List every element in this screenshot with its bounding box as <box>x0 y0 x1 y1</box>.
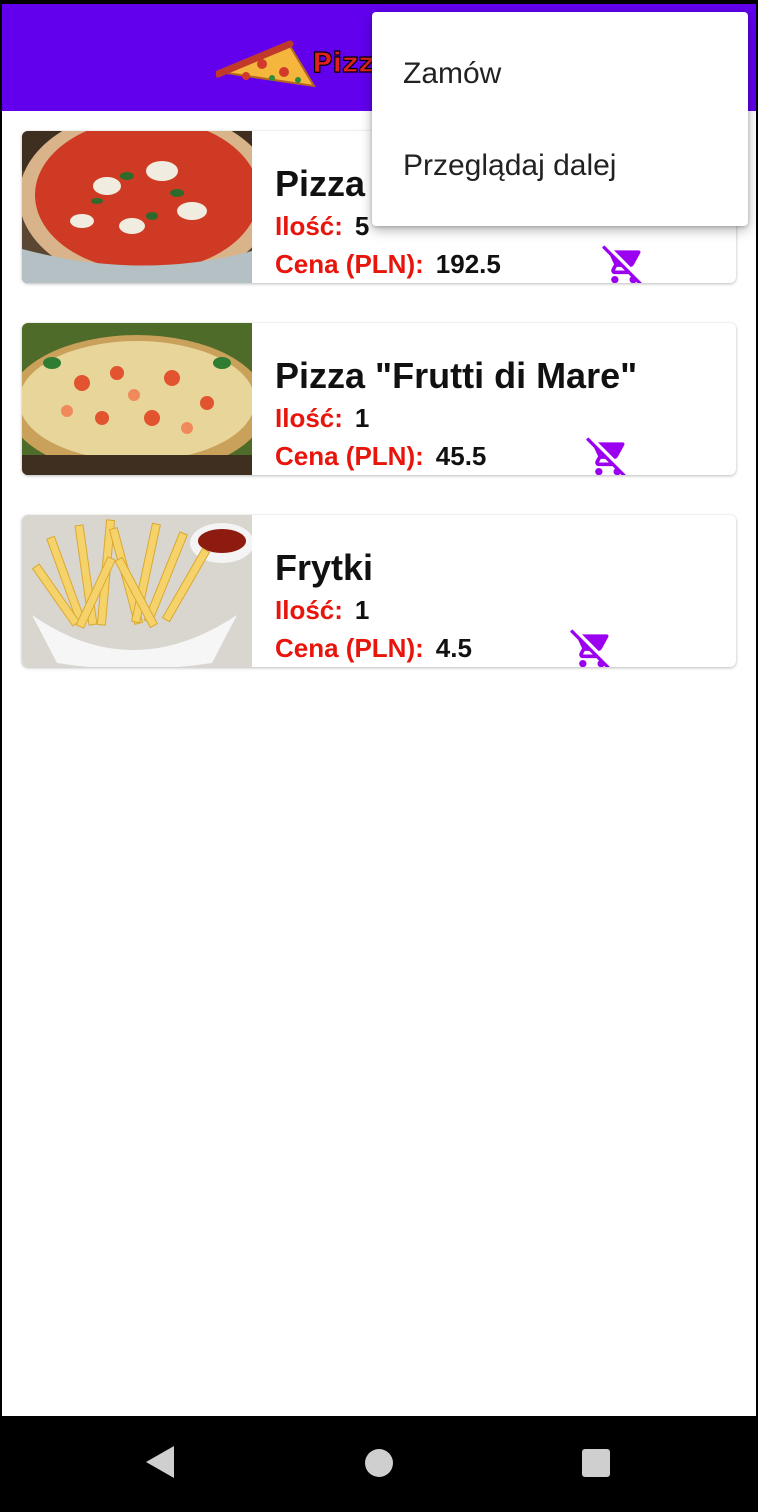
remove-shopping-cart-icon[interactable] <box>602 243 646 283</box>
quantity-value: 1 <box>354 403 370 433</box>
quantity-label: Ilość: <box>275 403 343 433</box>
item-quantity: Ilość: 5 <box>275 211 369 242</box>
app-window: Pizza Pizza Ilość: 5 Cena (PLN): 192.5 P… <box>2 4 756 1416</box>
item-quantity: Ilość: 1 <box>275 403 369 434</box>
price-value: 4.5 <box>435 633 472 663</box>
pizza-margherita-image <box>22 131 252 283</box>
price-label: Cena (PLN): <box>275 441 424 471</box>
cart-item: Pizza "Frutti di Mare" Ilość: 1 Cena (PLN… <box>22 323 736 475</box>
item-price: Cena (PLN): 192.5 <box>275 249 501 280</box>
cart-item: Frytki Ilość: 1 Cena (PLN): 4.5 <box>22 515 736 667</box>
item-price: Cena (PLN): 45.5 <box>275 441 486 472</box>
menu-item-order[interactable]: Zamów <box>372 28 748 120</box>
quantity-label: Ilość: <box>275 595 343 625</box>
pizza-frutti-di-mare-image <box>22 323 252 475</box>
item-name: Frytki <box>275 547 374 588</box>
quantity-label: Ilość: <box>275 211 343 241</box>
item-name: Pizza "Frutti di Mare" <box>275 355 638 396</box>
remove-shopping-cart-icon[interactable] <box>570 627 614 667</box>
price-label: Cena (PLN): <box>275 249 424 279</box>
quantity-value: 5 <box>354 211 370 241</box>
overflow-menu: Zamów Przeglądaj dalej <box>372 12 748 226</box>
price-value: 45.5 <box>435 441 487 471</box>
menu-item-browse-more[interactable]: Przeglądaj dalej <box>372 120 748 212</box>
pizza-logo: Pizza <box>216 40 386 88</box>
fries-image <box>22 515 252 667</box>
remove-shopping-cart-icon[interactable] <box>586 435 630 475</box>
price-value: 192.5 <box>435 249 501 279</box>
quantity-value: 1 <box>354 595 370 625</box>
screen: Pizza Pizza Ilość: 5 Cena (PLN): 192.5 P… <box>0 0 758 1512</box>
system-nav-bar <box>0 1416 758 1512</box>
price-label: Cena (PLN): <box>275 633 424 663</box>
item-quantity: Ilość: 1 <box>275 595 369 626</box>
item-price: Cena (PLN): 4.5 <box>275 633 472 664</box>
back-icon[interactable] <box>144 1444 176 1480</box>
home-icon[interactable] <box>364 1448 394 1478</box>
recents-icon[interactable] <box>581 1448 611 1478</box>
